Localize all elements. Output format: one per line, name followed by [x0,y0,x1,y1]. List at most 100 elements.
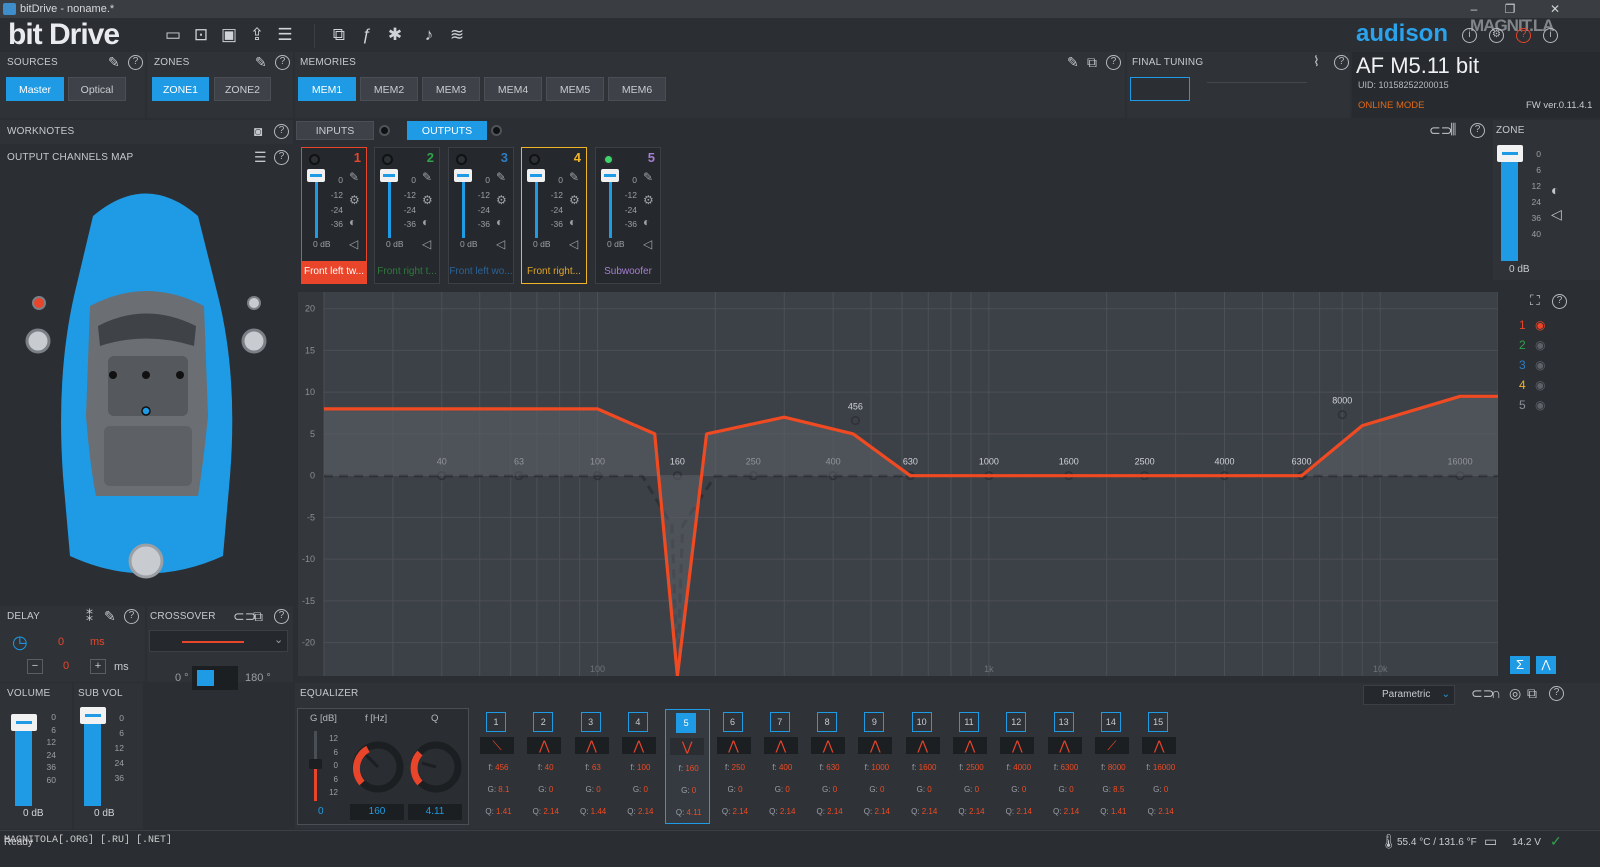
filter-shape-icon[interactable]: ⋀ [1047,737,1082,754]
copy-icon[interactable]: ⧉ [1527,685,1537,702]
band-gain[interactable]: G: 0 [996,785,1041,794]
eye-icon[interactable]: ◉ [1535,358,1545,372]
copy-icon[interactable]: ⧉ [1087,54,1097,71]
filter-shape-icon[interactable]: ⋀ [1000,737,1035,754]
band-number[interactable]: 4 [627,712,648,732]
band-number[interactable]: 12 [1006,712,1027,732]
phase-switch[interactable] [192,666,238,690]
settings-icon[interactable]: ⚙ [349,193,360,207]
channel-enable-dot[interactable] [603,154,614,165]
band-frequency[interactable]: f: 1000 [854,763,899,772]
zone-fader[interactable] [1497,145,1523,162]
output-channel-4[interactable]: 4 0 -12 -24 -36 0 dB ✎ ⚙ ◐ ◁ Front right... [521,147,587,284]
target-icon[interactable]: ◎ [1509,685,1521,702]
band-gain[interactable]: G: 0 [713,785,758,794]
band-gain[interactable]: G: 8.5 [1091,785,1136,794]
filter-shape-icon[interactable]: ⋀ [527,737,562,754]
filter-shape-icon[interactable]: ⋀ [858,737,893,754]
ear-icon[interactable]: ◐ [1551,182,1559,198]
filter-shape-icon[interactable]: ⋀ [905,737,940,754]
band-number[interactable]: 6 [722,712,743,732]
eq-band-3[interactable]: 3 ⋀ f: 63 G: 0 Q: 1.44 [571,709,616,824]
eq-band-8[interactable]: 8 ⋀ f: 630 G: 0 Q: 2.14 [807,709,852,824]
volume-fader[interactable] [11,714,37,731]
eye-icon[interactable]: ◉ [1535,318,1545,332]
band-q[interactable]: Q: 2.14 [949,807,994,816]
q-value[interactable]: 4.11 [408,804,462,820]
function-icon[interactable]: ƒ [356,24,378,46]
band-frequency[interactable]: f: 6300 [1044,763,1089,772]
mem1-button[interactable]: MEM1 [298,77,356,101]
measure-icon[interactable]: ⁑ [86,608,93,625]
filter-shape-icon[interactable]: ⋀ [811,737,846,754]
band-frequency[interactable]: f: 40 [523,763,568,772]
band-q[interactable]: Q: 2.14 [760,807,805,816]
edit-icon[interactable]: ✎ [108,54,120,71]
edit-icon[interactable]: ✎ [1067,54,1079,71]
band-gain[interactable]: G: 0 [523,785,568,794]
edit-icon[interactable]: ✎ [496,170,506,184]
band-q[interactable]: Q: 2.14 [996,807,1041,816]
subvol-fader[interactable] [80,707,106,724]
help-icon[interactable]: ? [1549,686,1564,701]
filter-shape-icon[interactable]: ⋀ [1142,737,1177,754]
edit-icon[interactable]: ✎ [643,170,653,184]
gain-slider[interactable] [309,759,322,769]
eq-band-13[interactable]: 13 ⋀ f: 6300 G: 0 Q: 2.14 [1044,709,1089,824]
output-channel-5[interactable]: 5 0 -12 -24 -36 0 dB ✎ ⚙ ◐ ◁ Subwoofer [595,147,661,284]
link-channels-icon[interactable]: ⧉ [328,24,350,46]
band-gain[interactable]: G: 0 [666,786,711,795]
channel-fader[interactable] [380,169,398,182]
band-number[interactable]: 1 [486,712,506,732]
band-gain[interactable]: G: 0 [618,785,663,794]
delay-value[interactable]: 0 [58,636,64,648]
band-frequency[interactable]: f: 2500 [949,763,994,772]
band-number[interactable]: 3 [580,712,601,732]
band-q[interactable]: Q: 2.14 [902,807,947,816]
waveform-icon[interactable]: ≋ [446,24,468,46]
band-number[interactable]: 2 [533,712,554,732]
band-q[interactable]: Q: 2.14 [807,807,852,816]
band-number[interactable]: 8 [817,712,838,732]
delay-step-value[interactable]: 0 [63,660,69,672]
tab-inputs[interactable]: INPUTS [296,121,374,140]
eq-band-9[interactable]: 9 ⋀ f: 1000 G: 0 Q: 2.14 [854,709,899,824]
legend-item[interactable]: 3 ◉ [1505,358,1565,376]
output-channel-3[interactable]: 3 0 -12 -24 -36 0 dB ✎ ⚙ ◐ ◁ Front left wo... [448,147,514,284]
band-frequency[interactable]: f: 456 [476,763,521,772]
edit-icon[interactable]: ✎ [422,170,432,184]
edit-icon[interactable]: ✎ [255,54,267,71]
channel-label[interactable]: Front right t... [375,261,439,283]
band-frequency[interactable]: f: 160 [666,764,711,773]
microphone-icon[interactable]: ♪ [418,24,440,46]
zone1-button[interactable]: ZONE1 [152,77,209,101]
eq-band-10[interactable]: 10 ⋀ f: 1600 G: 0 Q: 2.14 [902,709,947,824]
edit-icon[interactable]: ✎ [349,170,359,184]
band-q[interactable]: Q: 1.41 [476,807,521,816]
filter-shape-icon[interactable]: ⋀ [716,737,751,754]
help-icon[interactable]: ? [274,124,289,139]
band-number[interactable]: 11 [959,712,979,732]
mem3-button[interactable]: MEM3 [422,77,480,101]
channel-fader[interactable] [307,169,325,182]
edit-icon[interactable]: ✎ [104,608,116,625]
mem5-button[interactable]: MEM5 [546,77,604,101]
save-icon[interactable]: ▣ [218,24,240,46]
eq-mode-select[interactable]: Parametric ⌄ [1363,685,1455,705]
mem4-button[interactable]: MEM4 [484,77,542,101]
band-gain[interactable]: G: 8.1 [476,785,521,794]
band-gain[interactable]: G: 0 [571,785,616,794]
channel-fader[interactable] [454,169,472,182]
about-icon[interactable]: i [1543,28,1558,43]
band-frequency[interactable]: f: 8000 [1091,763,1136,772]
band-q[interactable]: Q: 1.44 [571,807,616,816]
info-icon[interactable]: i [1462,28,1477,43]
edit-icon[interactable]: ✎ [569,170,579,184]
delay-minus-button[interactable]: − [27,659,43,674]
source-optical-button[interactable]: Optical [68,77,126,101]
eq-band-12[interactable]: 12 ⋀ f: 4000 G: 0 Q: 2.14 [996,709,1041,824]
help-icon[interactable]: ? [275,55,290,70]
eq-response-chart[interactable]: 20151050-5-10-15-201001k10k4063100160250… [298,292,1498,676]
help-icon[interactable]: ? [128,55,143,70]
magic-wand-icon[interactable]: ✱ [384,24,406,46]
